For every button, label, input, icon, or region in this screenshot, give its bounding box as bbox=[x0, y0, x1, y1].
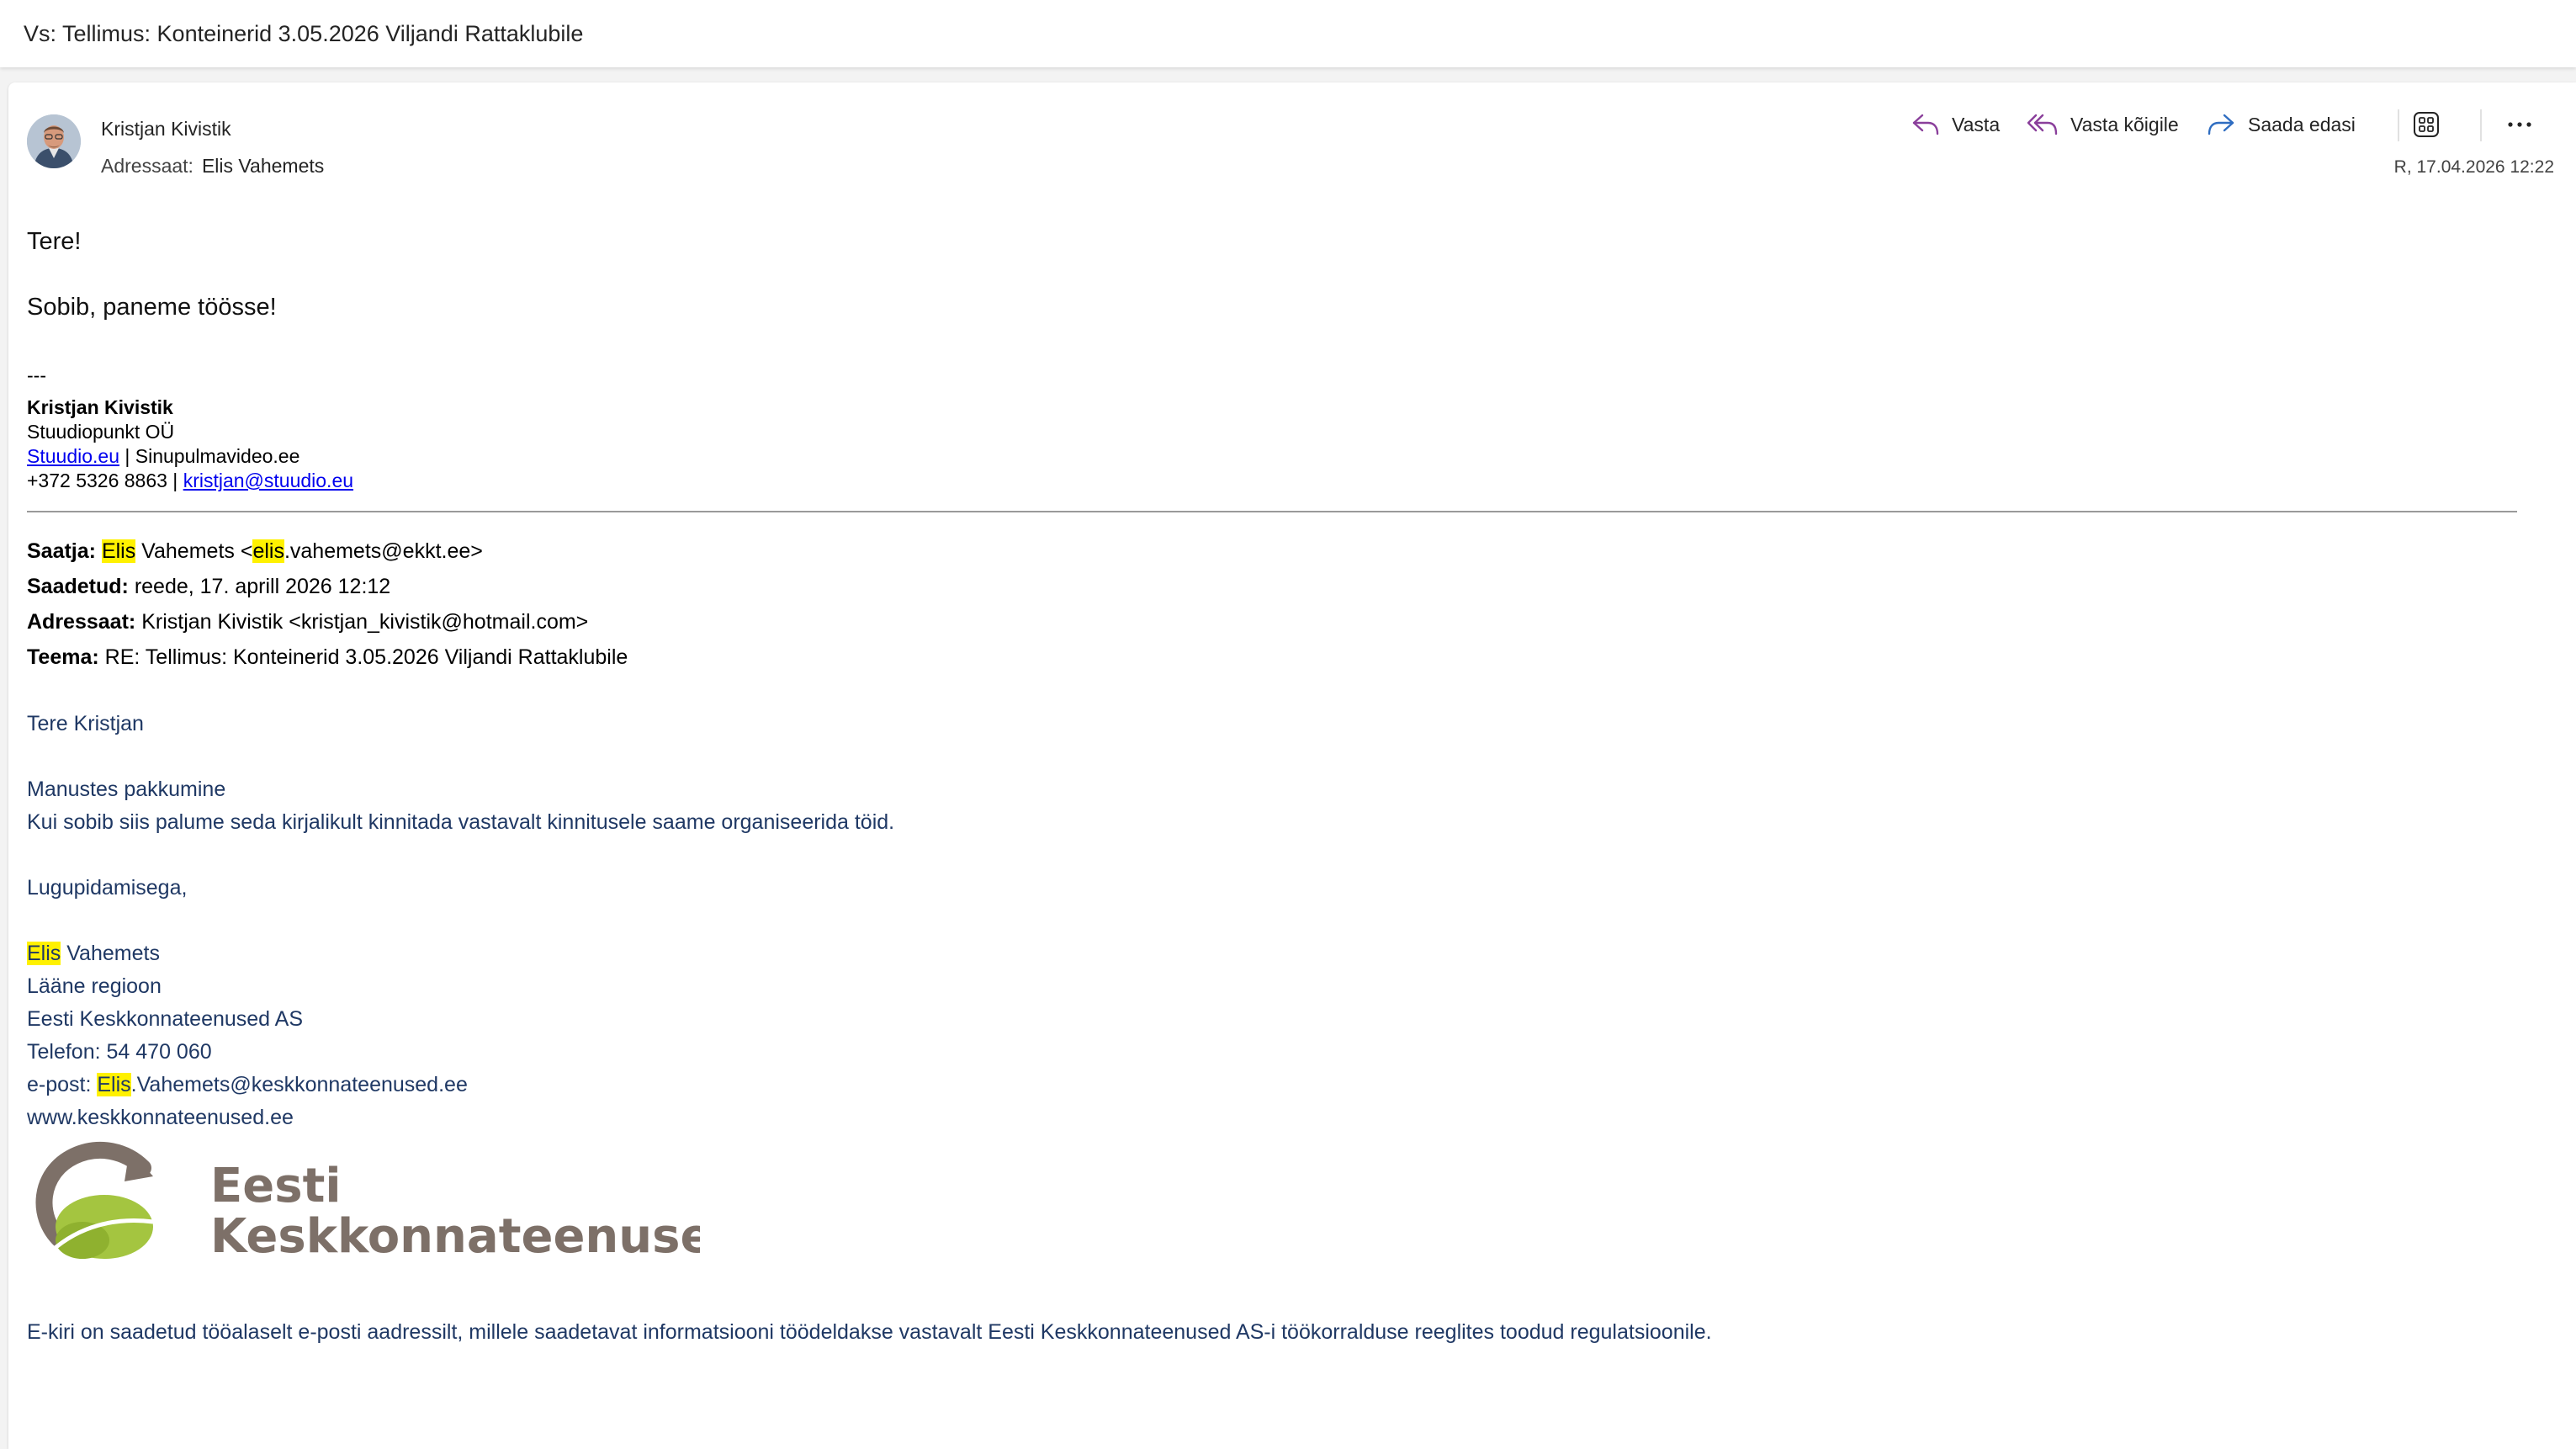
quoted-sent-value: reede, 17. aprill 2026 12:12 bbox=[134, 575, 391, 598]
reply-label: Vasta bbox=[1952, 113, 2001, 135]
highlight-match: elis bbox=[252, 539, 284, 563]
quoted-from-line: Saatja: Elis Vahemets <elis.vahemets@ekk… bbox=[27, 537, 483, 565]
toolbar-divider bbox=[2398, 109, 2399, 141]
quoted-subject-value: RE: Tellimus: Konteinerid 3.05.2026 Vilj… bbox=[104, 645, 628, 669]
greeting-text: Tere! bbox=[27, 228, 82, 255]
recipient-line: Adressaat: Elis Vahemets bbox=[101, 153, 324, 178]
avatar[interactable] bbox=[27, 114, 81, 168]
signature-email-link[interactable]: kristjan@stuudio.eu bbox=[183, 470, 353, 491]
quoted-from-text: .vahemets@ekkt.ee> bbox=[284, 539, 483, 563]
highlight-match: Elis bbox=[101, 539, 136, 563]
quoted-sig-company: Eesti Keskkonnateenused AS bbox=[27, 1007, 304, 1031]
more-icon bbox=[2508, 122, 2531, 127]
quoted-to-value: Kristjan Kivistik <kristjan_kivistik@hot… bbox=[141, 610, 589, 634]
quoted-sent-line: Saadetud: reede, 17. aprill 2026 12:12 bbox=[27, 572, 390, 601]
quoted-sig-phone: Telefon: 54 470 060 bbox=[27, 1040, 212, 1064]
highlight-match: Elis bbox=[97, 1073, 131, 1096]
signature-company: Stuudiopunkt OÜ bbox=[27, 421, 175, 443]
more-actions-button[interactable] bbox=[2507, 106, 2544, 143]
apps-button[interactable] bbox=[2413, 106, 2451, 143]
subject-bar: Vs: Tellimus: Konteinerid 3.05.2026 Vilj… bbox=[0, 0, 2576, 67]
forward-icon bbox=[2208, 114, 2234, 135]
message-actions: Vasta Vasta kõigile Saada edasi bbox=[1911, 106, 2576, 143]
quoted-sig-website: www.keskkonnateenused.ee bbox=[27, 1106, 294, 1129]
message-card: Kristjan Kivistik Adressaat: Elis Vahemet… bbox=[8, 82, 2576, 1449]
quoted-sig-email-rest: .Vahemets@keskkonnateenused.ee bbox=[130, 1073, 468, 1096]
toolbar-divider bbox=[2480, 109, 2482, 141]
forward-label: Saada edasi bbox=[2248, 113, 2356, 135]
sender-name[interactable]: Kristjan Kivistik bbox=[101, 116, 231, 141]
apps-icon bbox=[2414, 112, 2439, 137]
quoted-to-label: Adressaat: bbox=[27, 610, 136, 634]
signature-contact: +372 5326 8863 | kristjan@stuudio.eu bbox=[27, 469, 353, 493]
reply-all-label: Vasta kõigile bbox=[2070, 113, 2179, 135]
logo-text-line2: Keskkonnateenused bbox=[210, 1209, 700, 1264]
email-subject: Vs: Tellimus: Konteinerid 3.05.2026 Vilj… bbox=[24, 21, 584, 46]
quoted-to-line: Adressaat: Kristjan Kivistik <kristjan_k… bbox=[27, 608, 588, 636]
signature-separator: | bbox=[119, 445, 135, 467]
reply-all-button[interactable]: Vasta kõigile bbox=[2027, 106, 2179, 143]
recipient-name[interactable]: Elis Vahemets bbox=[202, 155, 324, 177]
message-date: R, 17.04.2026 12:22 bbox=[2393, 157, 2554, 177]
signature-site2: Sinupulmavideo.ee bbox=[135, 445, 300, 467]
reply-button[interactable]: Vasta bbox=[1911, 106, 2000, 143]
signature-sites: Stuudio.eu | Sinupulmavideo.ee bbox=[27, 444, 299, 469]
quoted-subject-line: Teema: RE: Tellimus: Konteinerid 3.05.20… bbox=[27, 643, 628, 671]
message-text: Sobib, paneme töösse! bbox=[27, 294, 277, 321]
reply-icon bbox=[1912, 114, 1939, 135]
quoted-sig-lastname: Vahemets bbox=[61, 942, 160, 965]
quoted-greeting: Tere Kristjan bbox=[27, 712, 144, 735]
quoted-sig-region: Lääne regioon bbox=[27, 974, 162, 998]
quoted-sig-email-prefix: e-post: bbox=[27, 1073, 98, 1096]
highlight-match: Elis bbox=[27, 942, 61, 965]
reply-all-icon bbox=[2027, 114, 2058, 135]
quoted-from-text: Vahemets < bbox=[135, 539, 253, 563]
logo-text-line1: Eesti bbox=[210, 1159, 342, 1213]
quoted-line-1: Manustes pakkumine bbox=[27, 778, 226, 801]
quoted-sig-email: e-post: Elis.Vahemets@keskkonnateenused.… bbox=[27, 1070, 468, 1099]
quoted-line-2: Kui sobib siis palume seda kirjalikult k… bbox=[27, 810, 895, 834]
quoted-sent-label: Saadetud: bbox=[27, 575, 129, 598]
quoted-from-label: Saatja: bbox=[27, 539, 96, 563]
quoted-sig-name: Elis Vahemets bbox=[27, 939, 160, 968]
stuudio-link[interactable]: Stuudio.eu bbox=[27, 445, 119, 467]
quoted-subject-label: Teema: bbox=[27, 645, 99, 669]
company-logo: Eesti Keskkonnateenused bbox=[35, 1142, 700, 1264]
signature-separator: | bbox=[167, 470, 183, 491]
forward-button[interactable]: Saada edasi bbox=[2206, 106, 2356, 143]
signature-dash: --- bbox=[27, 364, 46, 386]
avatar-image bbox=[27, 114, 81, 168]
recipient-label: Adressaat: bbox=[101, 155, 193, 177]
quote-divider bbox=[27, 511, 2517, 512]
quoted-disclaimer: E-kiri on saadetud tööalaselt e-posti aa… bbox=[27, 1320, 1712, 1344]
quoted-closing: Lugupidamisega, bbox=[27, 876, 188, 900]
signature-name-bold: Kristjan Kivistik bbox=[27, 396, 173, 418]
signature-name: Kristjan Kivistik bbox=[27, 395, 173, 420]
signature-phone: +372 5326 8863 bbox=[27, 470, 167, 491]
